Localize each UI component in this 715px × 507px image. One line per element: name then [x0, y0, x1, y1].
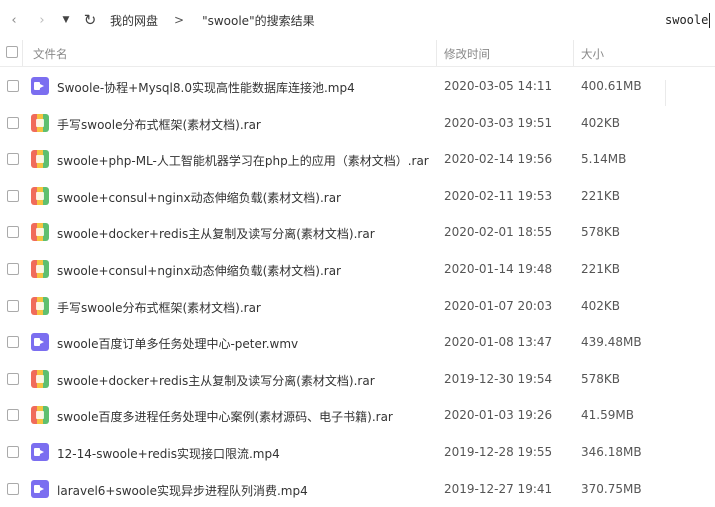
- column-divider[interactable]: [436, 40, 437, 66]
- file-row[interactable]: 12-14-swoole+redis实现接口限流.mp4 2019-12-28 1…: [0, 434, 715, 471]
- column-header-size[interactable]: 大小: [581, 46, 604, 62]
- file-row[interactable]: swoole+php-ML-人工智能机器学习在php上的应用（素材文档）.rar…: [0, 141, 715, 178]
- search-input[interactable]: swoole: [665, 8, 715, 32]
- column-header-date[interactable]: 修改时间: [444, 46, 490, 62]
- video-file-icon: [31, 333, 49, 352]
- file-modified-date: 2020-03-05 14:11: [444, 79, 553, 93]
- file-list-header: 文件名 修改时间 大小: [0, 40, 715, 106]
- row-checkbox[interactable]: [7, 372, 19, 385]
- row-checkbox[interactable]: [7, 445, 19, 458]
- breadcrumb: 我的网盘 > "swoole"的搜索结果: [110, 12, 315, 29]
- refresh-button[interactable]: ↻: [80, 10, 100, 30]
- file-row[interactable]: swoole+consul+nginx动态伸缩负载(素材文档).rar 2020-…: [0, 178, 715, 215]
- archive-file-icon: [31, 259, 49, 278]
- file-modified-date: 2020-01-03 19:26: [444, 408, 553, 423]
- column-divider[interactable]: [573, 40, 574, 66]
- file-size: 221KB: [581, 261, 621, 276]
- column-header-name[interactable]: 文件名: [33, 46, 68, 62]
- file-modified-date: 2020-02-11 19:53: [444, 188, 553, 203]
- row-checkbox[interactable]: [7, 153, 19, 166]
- file-row[interactable]: swoole百度订单多任务处理中心-peter.wmv 2020-01-08 13…: [0, 324, 715, 361]
- file-size: 578KB: [581, 225, 621, 240]
- file-modified-date: 2020-02-14 19:56: [444, 152, 553, 167]
- file-size: 439.48MB: [581, 335, 642, 350]
- file-name[interactable]: swoole+consul+nginx动态伸缩负载(素材文档).rar: [57, 189, 341, 206]
- file-row[interactable]: Swoole-协程+Mysql8.0实现高性能数据库连接池.mp4 2020-03…: [0, 68, 715, 105]
- archive-file-icon: [31, 150, 49, 169]
- row-checkbox[interactable]: [7, 336, 19, 349]
- video-file-icon: [31, 479, 49, 498]
- file-size: 402KB: [581, 115, 621, 130]
- file-name[interactable]: 手写swoole分布式框架(素材文档).rar: [57, 299, 261, 316]
- breadcrumb-current: "swoole"的搜索结果: [202, 13, 315, 28]
- file-size: 400.61MB: [581, 79, 642, 93]
- file-size: 578KB: [581, 371, 621, 386]
- column-divider: [22, 40, 23, 66]
- row-checkbox[interactable]: [7, 80, 19, 92]
- file-row[interactable]: swoole百度多进程任务处理中心案例(素材源码、电子书籍).rar 2020-0…: [0, 397, 715, 434]
- file-row[interactable]: swoole+docker+redis主从复制及读写分离(素材文档).rar 20…: [0, 214, 715, 251]
- file-name[interactable]: swoole+docker+redis主从复制及读写分离(素材文档).rar: [57, 225, 375, 242]
- file-name[interactable]: swoole+docker+redis主从复制及读写分离(素材文档).rar: [57, 372, 375, 389]
- file-row[interactable]: laravel6+swoole实现异步进程队列消费.mp4 2019-12-27 …: [0, 471, 715, 507]
- row-checkbox[interactable]: [7, 189, 19, 202]
- file-name[interactable]: swoole百度订单多任务处理中心-peter.wmv: [57, 335, 298, 352]
- file-modified-date: 2020-01-08 13:47: [444, 335, 553, 350]
- archive-file-icon: [31, 113, 49, 132]
- file-row[interactable]: 手写swoole分布式框架(素材文档).rar 2020-01-07 20:03 4…: [0, 288, 715, 325]
- row-checkbox[interactable]: [7, 299, 19, 312]
- file-name[interactable]: 手写swoole分布式框架(素材文档).rar: [57, 116, 261, 133]
- video-file-icon: [31, 442, 49, 461]
- video-file-icon: [31, 77, 49, 95]
- archive-file-icon: [31, 223, 49, 242]
- archive-file-icon: [31, 186, 49, 205]
- file-size: 221KB: [581, 188, 621, 203]
- file-size: 5.14MB: [581, 152, 627, 167]
- file-size: 402KB: [581, 298, 621, 313]
- file-modified-date: 2019-12-27 19:41: [444, 481, 553, 496]
- breadcrumb-separator: >: [174, 13, 185, 27]
- row-checkbox[interactable]: [7, 226, 19, 239]
- file-size: 370.75MB: [581, 481, 642, 496]
- file-row[interactable]: swoole+consul+nginx动态伸缩负载(素材文档).rar 2020-…: [0, 251, 715, 288]
- file-name[interactable]: laravel6+swoole实现异步进程队列消费.mp4: [57, 482, 308, 499]
- file-row[interactable]: 手写swoole分布式框架(素材文档).rar 2020-03-03 19:51 4…: [0, 105, 715, 142]
- archive-file-icon: [31, 296, 49, 315]
- file-list: Swoole-协程+Mysql8.0实现高性能数据库连接池.mp4 2020-03…: [0, 68, 715, 507]
- archive-file-icon: [31, 406, 49, 425]
- back-button[interactable]: ‹: [4, 10, 24, 30]
- file-size: 346.18MB: [581, 444, 642, 459]
- breadcrumb-root[interactable]: 我的网盘: [110, 12, 158, 29]
- row-checkbox[interactable]: [7, 409, 19, 422]
- file-modified-date: 2020-01-07 20:03: [444, 298, 553, 313]
- file-modified-date: 2019-12-28 19:55: [444, 444, 553, 459]
- file-modified-date: 2019-12-30 19:54: [444, 371, 553, 386]
- archive-file-icon: [31, 369, 49, 388]
- toolbar: ‹ › ▼ ↻ 我的网盘 > "swoole"的搜索结果 swoole: [0, 0, 715, 40]
- file-name[interactable]: swoole百度多进程任务处理中心案例(素材源码、电子书籍).rar: [57, 408, 393, 425]
- row-checkbox[interactable]: [7, 262, 19, 275]
- search-input-value: swoole: [665, 13, 709, 27]
- file-modified-date: 2020-01-14 19:48: [444, 261, 553, 276]
- file-modified-date: 2020-03-03 19:51: [444, 115, 553, 130]
- text-caret: [709, 12, 711, 28]
- file-name[interactable]: 12-14-swoole+redis实现接口限流.mp4: [57, 445, 280, 462]
- history-dropdown-icon[interactable]: ▼: [56, 10, 76, 30]
- file-name[interactable]: swoole+php-ML-人工智能机器学习在php上的应用（素材文档）.rar: [57, 152, 429, 169]
- row-checkbox[interactable]: [7, 116, 19, 129]
- file-size: 41.59MB: [581, 408, 634, 423]
- forward-button[interactable]: ›: [32, 10, 52, 30]
- select-all-checkbox[interactable]: [6, 46, 18, 58]
- row-checkbox[interactable]: [7, 482, 19, 495]
- file-name[interactable]: swoole+consul+nginx动态伸缩负载(素材文档).rar: [57, 262, 341, 279]
- file-modified-date: 2020-02-01 18:55: [444, 225, 553, 240]
- file-row[interactable]: swoole+docker+redis主从复制及读写分离(素材文档).rar 20…: [0, 361, 715, 398]
- file-name[interactable]: Swoole-协程+Mysql8.0实现高性能数据库连接池.mp4: [57, 79, 355, 96]
